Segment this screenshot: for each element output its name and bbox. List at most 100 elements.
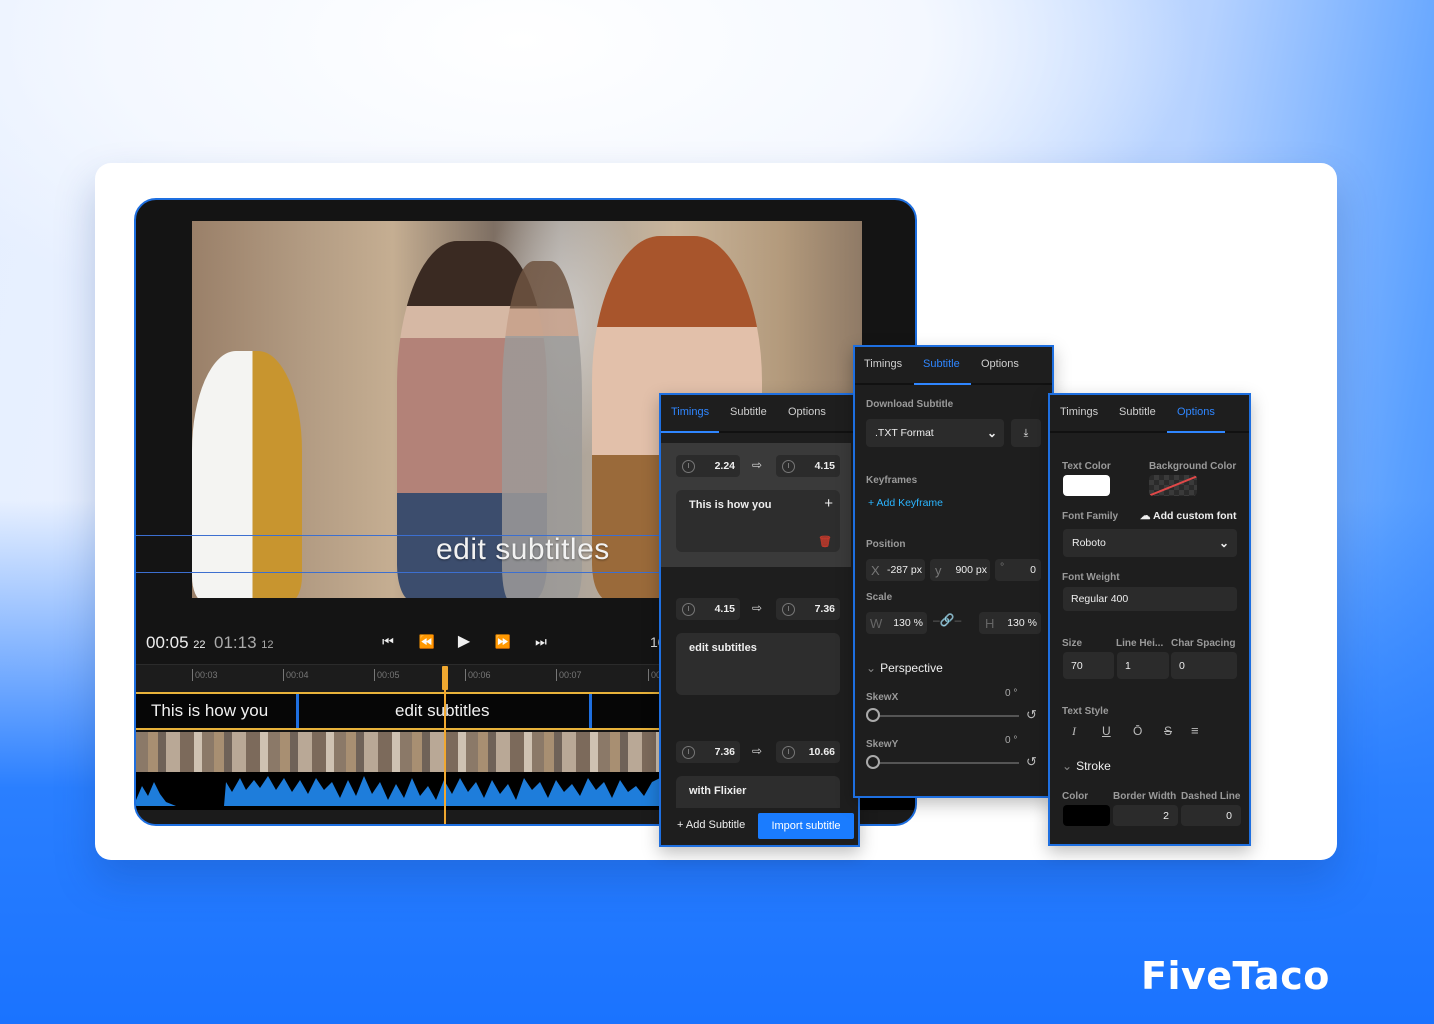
background-color-label: Background Color: [1149, 461, 1237, 472]
align-center-icon[interactable]: ≡: [1191, 723, 1199, 738]
subtitle-text-input[interactable]: edit subtitles: [676, 633, 840, 695]
position-x-field[interactable]: X -287 px: [866, 559, 925, 581]
skip-forward-icon[interactable]: ⏭: [530, 632, 552, 652]
format-select[interactable]: .TXT Format ⌄: [866, 419, 1004, 447]
start-time-field[interactable]: 7.36: [676, 741, 740, 763]
reset-icon[interactable]: ↺: [1026, 754, 1037, 770]
end-time-field[interactable]: 10.66: [776, 741, 840, 763]
fast-forward-icon[interactable]: ⏩: [492, 632, 514, 652]
font-family-label: Font Family: [1062, 511, 1119, 522]
tab-timings[interactable]: Timings: [1060, 406, 1098, 418]
font-weight-select[interactable]: Regular 400: [1063, 587, 1237, 611]
start-time-field[interactable]: 4.15: [676, 598, 740, 620]
video-caption[interactable]: edit subtitles: [436, 533, 610, 567]
skewx-slider-handle[interactable]: [866, 708, 880, 722]
skewy-slider[interactable]: [873, 762, 1019, 764]
perspective-section-toggle[interactable]: ⌄ Perspective: [866, 661, 943, 675]
panel-tabs: Timings Subtitle Options: [1050, 395, 1249, 433]
options-panel: Timings Subtitle Options Text Color Back…: [1048, 393, 1251, 846]
char-spacing-input[interactable]: 0: [1171, 652, 1237, 679]
trash-icon[interactable]: 🗑: [818, 535, 832, 548]
dashed-line-label: Dashed Line: [1181, 791, 1241, 802]
ruler-tick: 00:06: [465, 669, 491, 681]
line-height-label: Line Hei...: [1116, 638, 1164, 649]
skewx-slider[interactable]: [873, 715, 1019, 717]
text-style-label: Text Style: [1062, 706, 1109, 717]
tab-options[interactable]: Options: [981, 358, 1019, 370]
tab-subtitle[interactable]: Subtitle: [730, 406, 767, 418]
subtitle-text-input[interactable]: This is how you + 🗑: [676, 490, 840, 552]
skewy-label: SkewY: [866, 739, 899, 750]
subtitle-segment[interactable]: This is how you: [151, 694, 268, 728]
tab-subtitle[interactable]: Subtitle: [1119, 406, 1156, 418]
playhead-handle[interactable]: [442, 666, 448, 690]
position-y-field[interactable]: y 900 px: [930, 559, 990, 581]
add-subtitle-button[interactable]: + Add Subtitle: [677, 819, 745, 831]
scale-height-field[interactable]: H 130 %: [979, 612, 1041, 634]
border-width-input[interactable]: 2: [1113, 805, 1178, 826]
strikethrough-icon[interactable]: S: [1164, 724, 1172, 738]
skewx-label: SkewX: [866, 692, 899, 703]
rotation-field[interactable]: ° 0: [995, 559, 1041, 581]
italic-icon[interactable]: I: [1072, 724, 1076, 739]
chevron-down-icon: ⌄: [866, 661, 877, 675]
plus-icon[interactable]: +: [824, 495, 833, 512]
segment-handle[interactable]: [589, 694, 592, 728]
size-input[interactable]: 70: [1063, 652, 1114, 679]
segment-handle[interactable]: [296, 694, 299, 728]
line-height-input[interactable]: 1: [1117, 652, 1169, 679]
rewind-icon[interactable]: ⏪: [416, 632, 438, 652]
stopwatch-icon: [682, 745, 695, 759]
playhead-line: [444, 690, 446, 824]
download-button[interactable]: ⤓: [1011, 419, 1041, 447]
ruler-tick: 00:07: [556, 669, 582, 681]
download-icon: ⤓: [1023, 426, 1029, 439]
cloud-upload-icon: ☁: [1140, 510, 1151, 522]
stroke-section-toggle[interactable]: ⌄ Stroke: [1062, 759, 1111, 773]
overline-icon[interactable]: Ō: [1133, 724, 1142, 738]
subtitle-segment[interactable]: edit subtitles: [395, 694, 490, 728]
subtitle-panel: Timings Subtitle Options Download Subtit…: [853, 345, 1054, 798]
keyframes-label: Keyframes: [866, 475, 918, 486]
stopwatch-icon: [782, 459, 795, 473]
scale-width-field[interactable]: W 130 %: [866, 612, 927, 634]
tab-timings[interactable]: Timings: [864, 358, 902, 370]
chevron-down-icon: ⌄: [1218, 536, 1229, 550]
play-icon[interactable]: ▶: [453, 632, 475, 652]
skewy-value: 0 °: [1005, 735, 1018, 746]
stopwatch-icon: [782, 602, 795, 616]
stopwatch-icon: [782, 745, 795, 759]
char-spacing-label: Char Spacing: [1171, 638, 1236, 649]
font-family-select[interactable]: Roboto ⌄: [1063, 529, 1237, 557]
tab-timings[interactable]: Timings: [671, 406, 709, 418]
tab-options[interactable]: Options: [1177, 406, 1215, 418]
text-color-swatch[interactable]: [1063, 475, 1110, 496]
end-time-field[interactable]: 7.36: [776, 598, 840, 620]
link-aspect-icon[interactable]: –🔗–: [933, 613, 961, 627]
font-weight-label: Font Weight: [1062, 572, 1120, 583]
stroke-color-swatch[interactable]: [1063, 805, 1110, 826]
timings-panel: Timings Subtitle Options 2.24 ⇨ 4.15 Thi…: [659, 393, 860, 847]
current-timecode: 00:05 22: [146, 633, 206, 652]
background-color-swatch[interactable]: [1149, 475, 1197, 496]
dashed-line-input[interactable]: 0: [1181, 805, 1241, 826]
subtitle-text-input[interactable]: with Flixier: [676, 776, 840, 808]
active-tab-indicator: [914, 383, 971, 385]
add-keyframe-button[interactable]: + Add Keyframe: [868, 497, 943, 509]
tab-options[interactable]: Options: [788, 406, 826, 418]
import-subtitle-button[interactable]: Import subtitle: [758, 813, 854, 839]
underline-icon[interactable]: U: [1102, 724, 1111, 738]
skip-back-icon[interactable]: ⏮: [377, 632, 399, 652]
add-custom-font-button[interactable]: ☁ Add custom font: [1140, 510, 1236, 522]
scale-label: Scale: [866, 592, 893, 603]
ruler-tick: 00:03: [192, 669, 218, 681]
reset-icon[interactable]: ↺: [1026, 707, 1037, 723]
stopwatch-icon: [682, 602, 695, 616]
skewy-slider-handle[interactable]: [866, 755, 880, 769]
end-time-field[interactable]: 4.15: [776, 455, 840, 477]
chevron-down-icon: ⌄: [1062, 759, 1073, 773]
tab-subtitle[interactable]: Subtitle: [923, 358, 960, 370]
ruler-tick: 00:04: [283, 669, 309, 681]
active-tab-indicator: [661, 431, 719, 433]
start-time-field[interactable]: 2.24: [676, 455, 740, 477]
